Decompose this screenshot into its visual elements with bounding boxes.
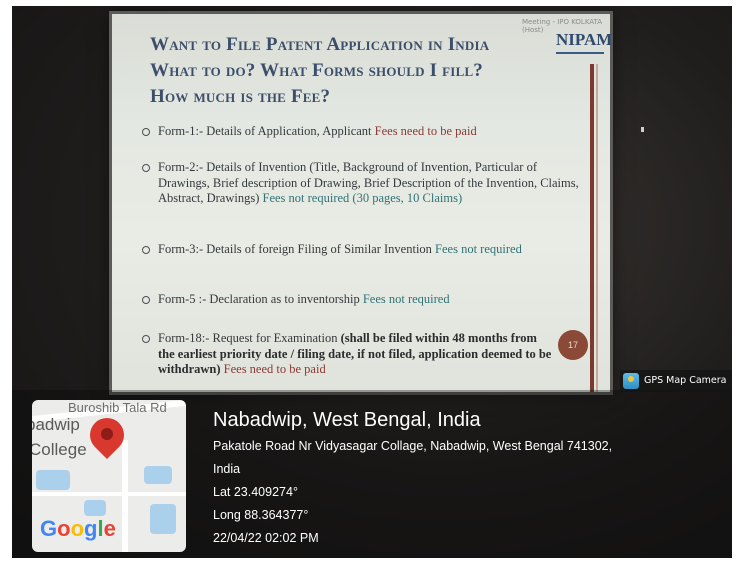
bullet-circle-icon xyxy=(142,128,150,136)
bullet-form-3: Form-3:- Details of foreign Filing of Si… xyxy=(142,242,582,258)
slide-title: Want to File Patent Application in India… xyxy=(150,32,560,110)
bullet-circle-icon xyxy=(142,335,150,343)
fee-note: Fees not required xyxy=(362,292,450,306)
bullet-form-5: Form-5 :- Declaration as to inventorship… xyxy=(142,292,582,308)
projector-screen: Meeting - IPO KOLKATA (Host) Want to Fil… xyxy=(112,14,613,392)
gps-camera-label: GPS Map Camera xyxy=(644,375,727,386)
address-line: Pakatole Road Nr Vidyasagar Collage, Nab… xyxy=(213,439,613,453)
google-letter: e xyxy=(103,516,116,541)
map-road xyxy=(122,440,128,552)
bullet-circle-icon xyxy=(142,246,150,254)
map-water xyxy=(36,470,70,490)
slide-page-number: 17 xyxy=(558,330,588,360)
nipam-logo: NIPAM xyxy=(556,30,613,49)
bullet-text: Form-1:- Details of Application, Applica… xyxy=(158,124,375,138)
fee-note: Fees not required xyxy=(435,242,522,256)
bullet-form-1: Form-1:- Details of Application, Applica… xyxy=(142,124,582,140)
map-water xyxy=(144,466,172,484)
map-place-label: badwip xyxy=(32,415,80,434)
slide-title-line: Want to File Patent Application in India xyxy=(150,34,490,55)
bullet-text: Form-5 :- Declaration as to inventorship xyxy=(158,292,363,306)
map-road-label: Buroshib Tala Rd xyxy=(68,400,167,415)
fee-note: Fees not required (30 pages, 10 Claims) xyxy=(262,191,463,205)
slide-title-line: What to do? What Forms should I fill? xyxy=(150,60,484,81)
bullet-circle-icon xyxy=(142,164,150,172)
google-letter: g xyxy=(84,516,98,541)
frame-border xyxy=(0,0,740,6)
slide-border-accent xyxy=(596,64,598,392)
bullet-text: Form-3:- Details of foreign Filing of Si… xyxy=(158,242,436,256)
map-road xyxy=(32,492,186,496)
frame-border xyxy=(0,0,12,565)
google-letter: o xyxy=(57,516,71,541)
bullet-text: Form-18:- Request for Examination xyxy=(158,331,341,345)
bullet-form-18: Form-18:- Request for Examination (shall… xyxy=(142,331,552,378)
slide-title-line: How much is the Fee? xyxy=(150,86,331,107)
google-letter: G xyxy=(40,516,58,541)
logo-underline xyxy=(556,52,604,54)
bullet-form-2: Form-2:- Details of Invention (Title, Ba… xyxy=(142,160,582,207)
frame-border xyxy=(0,558,740,565)
bullet-circle-icon xyxy=(142,296,150,304)
map-water xyxy=(84,500,106,516)
map-water xyxy=(150,504,176,534)
gps-camera-badge: GPS Map Camera xyxy=(620,370,732,392)
longitude: Long 88.364377° xyxy=(213,508,309,522)
address-line: India xyxy=(213,462,241,476)
fee-note: Fees need to be paid xyxy=(220,362,326,376)
google-letter: o xyxy=(70,516,85,541)
frame-border xyxy=(732,0,740,565)
fee-note: Fees need to be paid xyxy=(374,124,477,138)
map-thumbnail: Buroshib Tala Rd badwip College Google xyxy=(32,400,186,552)
google-logo: Google xyxy=(40,516,116,542)
map-place-label: College xyxy=(32,440,87,459)
location-title: Nabadwip, West Bengal, India xyxy=(213,409,481,431)
latitude: Lat 23.409274° xyxy=(213,485,298,499)
slide-border-accent xyxy=(590,64,594,392)
pointer-cursor-icon xyxy=(641,127,644,132)
timestamp: 22/04/22 02:02 PM xyxy=(213,531,319,545)
map-pin-dot xyxy=(101,428,113,440)
gps-camera-app-icon xyxy=(623,373,639,389)
photo: Meeting - IPO KOLKATA (Host) Want to Fil… xyxy=(0,0,740,565)
